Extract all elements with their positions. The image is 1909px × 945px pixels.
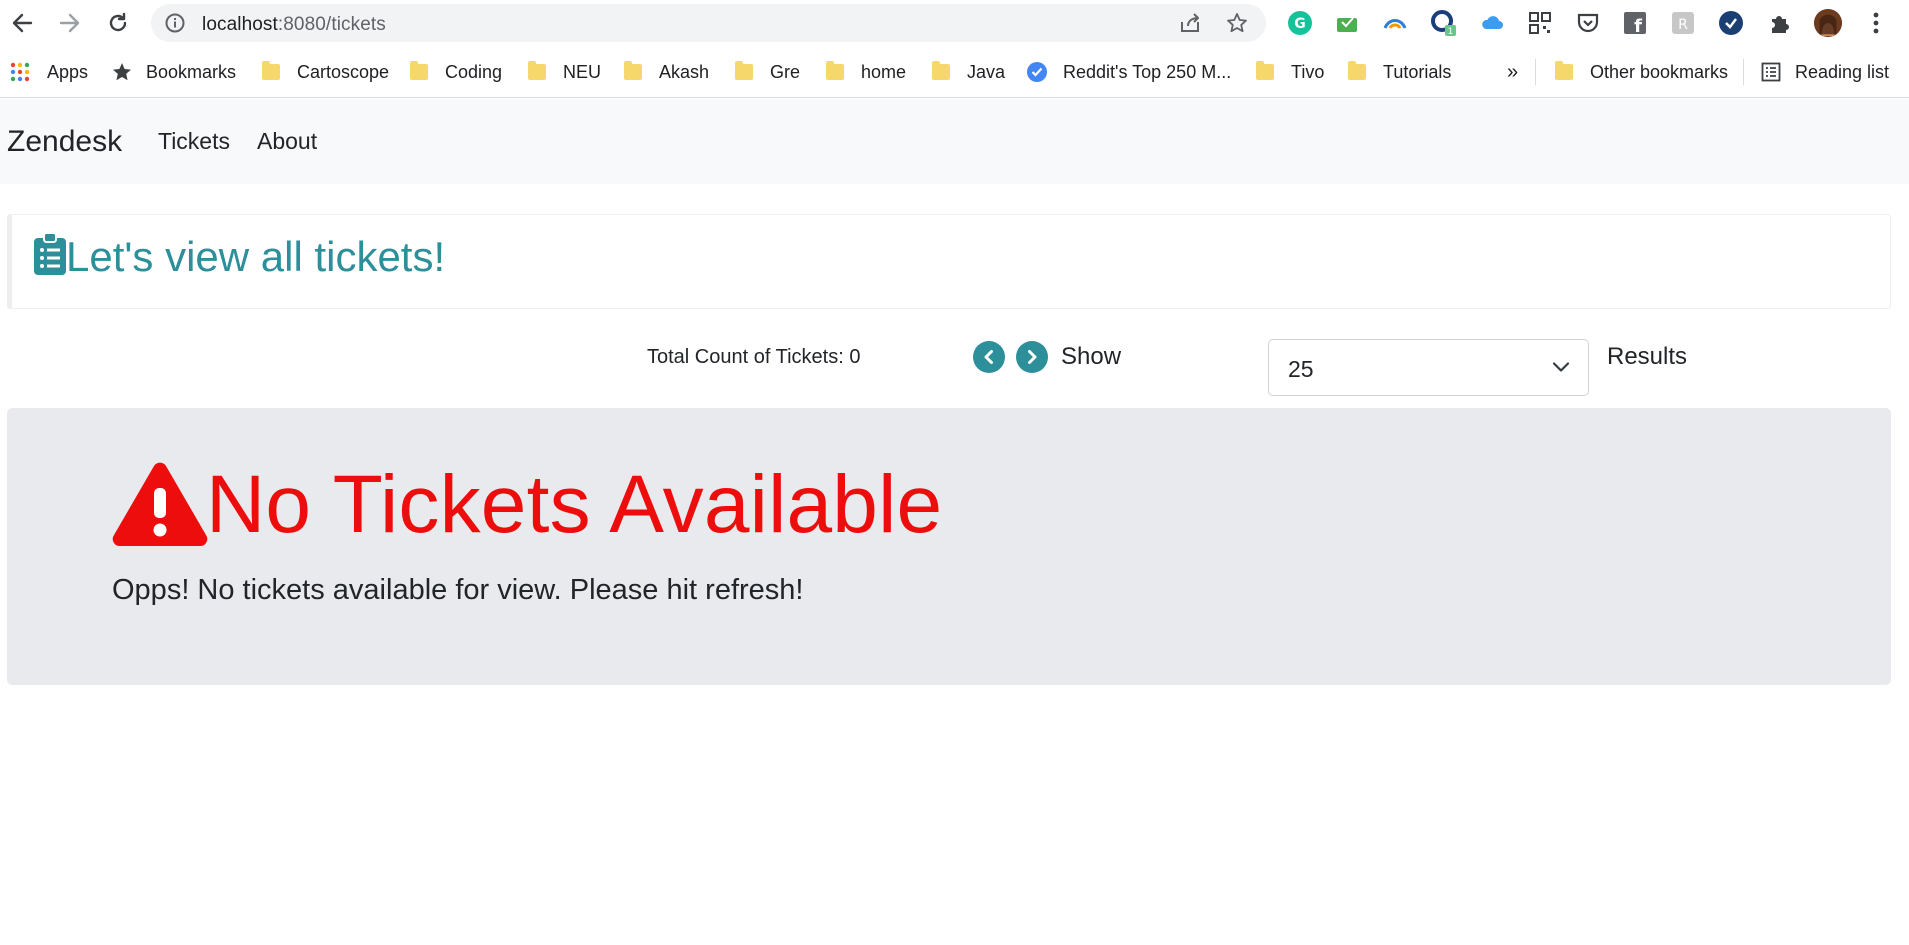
bookmark-label: Cartoscope (297, 61, 390, 82)
page-size-value: 25 (1288, 356, 1314, 382)
chevron-down-icon (1552, 360, 1570, 379)
facebook-icon[interactable]: f (1620, 8, 1650, 38)
qr-code-icon[interactable] (1525, 8, 1555, 38)
bookmark-folder-java[interactable]: Java (932, 59, 1005, 85)
bookmark-folder-cartoscope[interactable]: Cartoscope (262, 59, 389, 85)
inbox-check-icon[interactable] (1332, 8, 1362, 38)
check-circle-icon (1027, 62, 1047, 82)
app-navbar: Zendesk Tickets About (0, 99, 1909, 184)
empty-state-message: Opps! No tickets available for view. Ple… (112, 574, 804, 606)
rupee-extension-icon[interactable]: R (1668, 8, 1698, 38)
folder-icon (735, 61, 753, 80)
bookmark-reddit[interactable]: Reddit's Top 250 M... (1026, 59, 1231, 85)
total-ticket-count: Total Count of Tickets: 0 (647, 346, 861, 368)
apps-grid-icon (10, 62, 30, 82)
bookmark-label: Reading list (1795, 61, 1890, 82)
svg-text:1: 1 (1448, 27, 1454, 37)
bookmark-folder-neu[interactable]: NEU (528, 59, 601, 85)
show-label: Show (1061, 343, 1122, 370)
svg-text:f: f (1634, 16, 1642, 35)
page-header-callout: Let's view all tickets! (7, 214, 1891, 309)
previous-page-button[interactable] (973, 341, 1005, 373)
back-button[interactable] (6, 7, 38, 39)
arc-extension-icon[interactable] (1380, 8, 1410, 38)
star-icon (113, 63, 131, 81)
extensions-puzzle-icon[interactable] (1765, 8, 1795, 38)
clipboard-list-icon (34, 232, 66, 280)
bookmark-label: Akash (659, 61, 710, 82)
reload-icon (109, 12, 127, 32)
reading-list-icon (1761, 62, 1781, 82)
url-text[interactable]: localhost:8080/tickets (202, 14, 386, 36)
warning-triangle-icon (112, 460, 208, 551)
bookmark-label: Reddit's Top 250 M... (1063, 61, 1232, 82)
bookmark-folder-gre[interactable]: Gre (735, 59, 800, 85)
empty-state-panel: No Tickets Available Opps! No tickets av… (7, 408, 1891, 685)
results-label: Results (1607, 343, 1688, 370)
chevron-right-icon (1028, 350, 1037, 364)
empty-state-heading: No Tickets Available (206, 459, 943, 550)
bookmark-folder-coding[interactable]: Coding (410, 59, 502, 85)
other-bookmarks-folder[interactable]: Other bookmarks (1555, 59, 1728, 85)
reload-button[interactable] (102, 7, 134, 39)
url-host: localhost (202, 14, 278, 35)
folder-icon (410, 61, 428, 80)
browser-toolbar: localhost:8080/tickets G 1 f R (0, 0, 1909, 46)
share-icon[interactable] (1179, 13, 1201, 38)
bookmark-label: Other bookmarks (1590, 61, 1729, 82)
folder-icon (1256, 61, 1274, 80)
bookmark-apps[interactable]: Apps (10, 59, 88, 85)
browser-menu-icon[interactable] (1861, 8, 1891, 38)
search-extension-icon[interactable]: 1 (1429, 8, 1459, 38)
page-size-select[interactable]: 25 (1268, 339, 1589, 396)
bookmark-label: Java (967, 61, 1006, 82)
bookmark-folder-tivo[interactable]: Tivo (1256, 59, 1324, 85)
bookmark-folder-tutorials[interactable]: Tutorials (1348, 59, 1451, 85)
bookmark-label: NEU (563, 61, 602, 82)
folder-icon (624, 61, 642, 80)
arrow-right-icon (59, 13, 80, 33)
arrow-left-icon (12, 13, 33, 33)
bookmark-folder-akash[interactable]: Akash (624, 59, 709, 85)
folder-icon (1555, 61, 1573, 80)
bookmark-folder-home[interactable]: home (826, 59, 906, 85)
nav-link-tickets[interactable]: Tickets (158, 128, 230, 155)
pocket-icon[interactable] (1573, 8, 1603, 38)
bookmark-label: Coding (445, 61, 503, 82)
reading-list-button[interactable]: Reading list (1761, 59, 1889, 85)
bookmark-label: Apps (47, 61, 89, 82)
bookmark-bookmarks[interactable]: Bookmarks (112, 59, 236, 85)
bookmarks-divider (1743, 59, 1744, 85)
bookmark-star-icon[interactable] (1226, 12, 1248, 39)
nav-link-about[interactable]: About (257, 128, 317, 155)
folder-icon (1348, 61, 1366, 80)
profile-avatar-icon[interactable] (1813, 8, 1843, 38)
folder-icon (528, 61, 546, 80)
folder-icon (262, 61, 280, 80)
folder-icon (932, 61, 950, 80)
site-info-icon[interactable] (165, 13, 185, 38)
bookmarks-bar: Apps Bookmarks Cartoscope Coding NEU Aka… (0, 46, 1909, 98)
next-page-button[interactable] (1016, 341, 1048, 373)
bookmark-label: Bookmarks (146, 61, 237, 82)
bookmark-label: Tutorials (1383, 61, 1452, 82)
page-title: Let's view all tickets! (66, 233, 446, 280)
bookmark-label: home (861, 61, 907, 82)
overflow-chevron-icon: » (1507, 60, 1519, 83)
grammarly-icon[interactable]: G (1285, 8, 1315, 38)
folder-icon (826, 61, 844, 80)
bookmark-label: Tivo (1291, 61, 1325, 82)
url-path: :8080/tickets (277, 14, 386, 35)
forward-button[interactable] (54, 7, 86, 39)
svg-text:R: R (1678, 17, 1688, 33)
address-bar[interactable]: localhost:8080/tickets (151, 4, 1266, 42)
brand-link[interactable]: Zendesk (7, 125, 122, 159)
check-badge-icon[interactable] (1716, 8, 1746, 38)
chevron-left-icon (984, 350, 993, 364)
bookmarks-divider (1535, 59, 1536, 85)
svg-text:G: G (1294, 16, 1306, 32)
bookmarks-overflow-button[interactable]: » (1507, 59, 1518, 85)
bookmark-label: Gre (770, 61, 801, 82)
icloud-icon[interactable] (1477, 8, 1507, 38)
